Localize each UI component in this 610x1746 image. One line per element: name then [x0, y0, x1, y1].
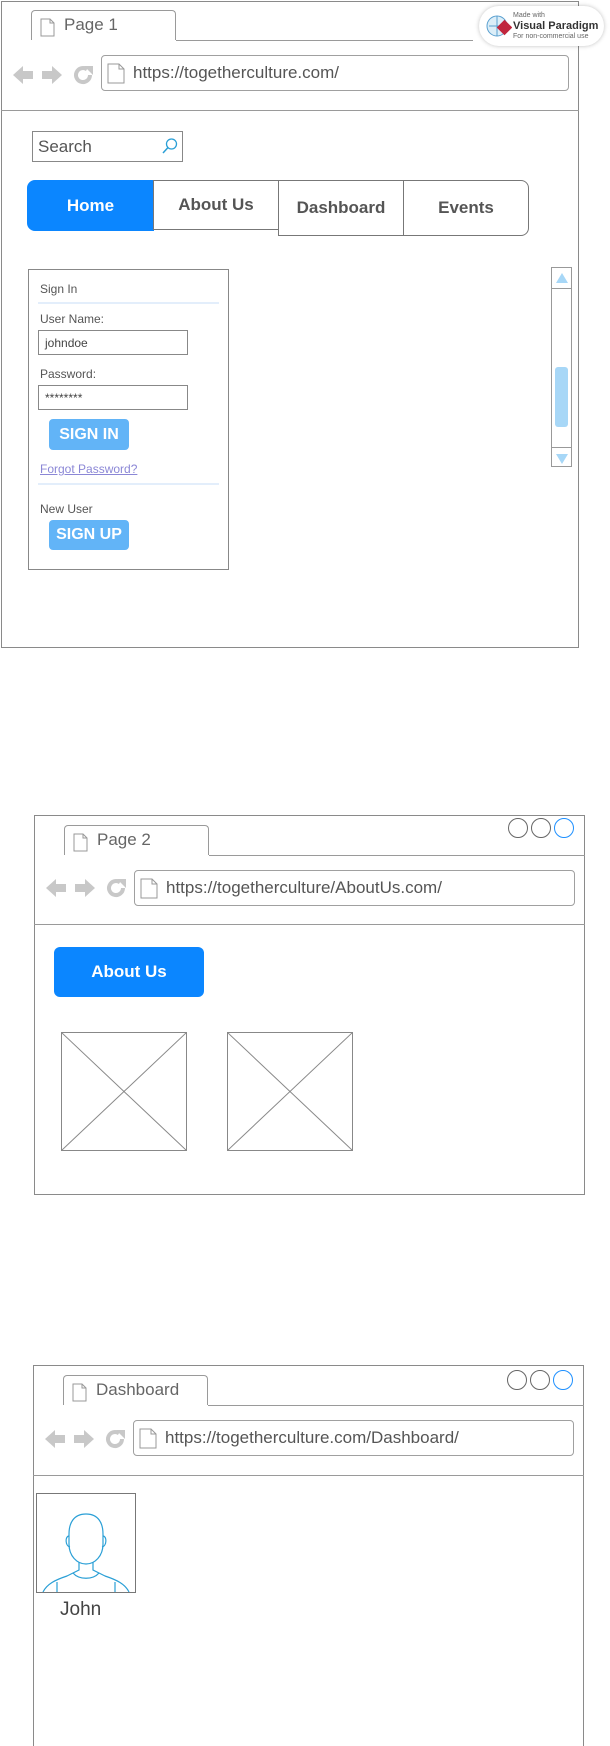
- toolbar-divider: [1, 110, 579, 111]
- tab-strip-line: [176, 40, 473, 41]
- forward-arrow-icon[interactable]: [72, 1427, 96, 1456]
- search-placeholder: Search: [38, 137, 92, 156]
- scroll-down-arrow-icon[interactable]: [555, 452, 569, 470]
- tab-dashboard[interactable]: Dashboard: [63, 1375, 208, 1405]
- tab-label: Page 1: [64, 15, 118, 34]
- watermark-line3: For non-commercial use: [513, 33, 589, 40]
- visual-paradigm-logo-icon: [486, 13, 513, 44]
- image-placeholder: [227, 1032, 353, 1151]
- scroll-track-top: [552, 288, 571, 289]
- minimize-circle-icon[interactable]: [508, 818, 528, 838]
- back-arrow-icon[interactable]: [44, 876, 68, 905]
- minimize-circle-icon[interactable]: [507, 1370, 527, 1390]
- avatar[interactable]: [36, 1493, 136, 1593]
- search-icon[interactable]: [161, 137, 179, 160]
- address-bar[interactable]: https://togetherculture/AboutUs.com/: [134, 870, 575, 906]
- maximize-circle-icon[interactable]: [531, 818, 551, 838]
- nav-dashboard-button[interactable]: Dashboard: [278, 180, 404, 236]
- divider: [38, 483, 219, 485]
- password-label: Password:: [40, 367, 97, 381]
- image-placeholder: [61, 1032, 187, 1151]
- tab-label: Dashboard: [96, 1380, 180, 1399]
- url-text: https://togetherculture.com/Dashboard/: [165, 1428, 459, 1447]
- document-icon: [40, 18, 55, 42]
- tab-page1[interactable]: Page 1: [31, 10, 176, 40]
- window-controls: [508, 818, 577, 843]
- nav-home-button[interactable]: Home: [27, 180, 154, 231]
- tab-label: Page 2: [97, 830, 151, 849]
- url-text: https://togetherculture/AboutUs.com/: [166, 878, 442, 897]
- sign-up-button[interactable]: SIGN UP: [49, 520, 129, 550]
- about-us-button[interactable]: About Us: [54, 947, 204, 997]
- tab-page2[interactable]: Page 2: [64, 825, 209, 855]
- tab-strip-line: [208, 1405, 584, 1406]
- sign-in-panel: Sign In User Name: johndoe Password: ***…: [28, 269, 229, 570]
- document-icon: [140, 878, 158, 904]
- scroll-thumb[interactable]: [555, 367, 568, 427]
- back-arrow-icon[interactable]: [43, 1427, 67, 1456]
- new-user-label: New User: [40, 502, 93, 516]
- vertical-scrollbar[interactable]: [551, 267, 572, 467]
- nav-events-button[interactable]: Events: [403, 180, 529, 236]
- user-profile-icon: [42, 1513, 130, 1593]
- tab-strip-line: [209, 855, 585, 856]
- back-arrow-icon[interactable]: [11, 63, 35, 92]
- visual-paradigm-watermark: Made with Visual Paradigm For non-commer…: [479, 6, 604, 46]
- maximize-circle-icon[interactable]: [530, 1370, 550, 1390]
- refresh-icon[interactable]: [103, 1427, 127, 1456]
- close-circle-icon[interactable]: [554, 818, 574, 838]
- nav-about-us-button[interactable]: About Us: [153, 180, 279, 230]
- document-icon: [72, 1383, 87, 1407]
- address-bar[interactable]: https://togetherculture.com/: [101, 55, 569, 91]
- username-field[interactable]: johndoe: [38, 330, 188, 355]
- watermark-line1: Made with: [513, 12, 545, 19]
- divider: [38, 302, 219, 304]
- scroll-up-arrow-icon[interactable]: [555, 271, 569, 289]
- search-input[interactable]: Search: [32, 131, 183, 162]
- watermark-line2: Visual Paradigm: [513, 20, 599, 32]
- user-name: John: [60, 1599, 102, 1620]
- document-icon: [139, 1428, 157, 1454]
- password-field[interactable]: ********: [38, 385, 188, 410]
- document-icon: [73, 833, 88, 857]
- refresh-icon[interactable]: [71, 63, 95, 92]
- url-text: https://togetherculture.com/: [133, 63, 339, 82]
- sign-in-title: Sign In: [40, 282, 78, 296]
- forgot-password-link[interactable]: Forgot Password?: [40, 462, 137, 476]
- username-label: User Name:: [40, 312, 105, 326]
- close-circle-icon[interactable]: [553, 1370, 573, 1390]
- document-icon: [107, 63, 125, 89]
- scroll-track-bottom: [552, 447, 571, 448]
- refresh-icon[interactable]: [104, 876, 128, 905]
- toolbar-divider: [34, 924, 585, 925]
- address-bar[interactable]: https://togetherculture.com/Dashboard/: [133, 1420, 574, 1456]
- sign-in-button[interactable]: SIGN IN: [49, 419, 129, 450]
- toolbar-divider: [33, 1475, 584, 1476]
- window-controls: [507, 1370, 576, 1395]
- forward-arrow-icon[interactable]: [73, 876, 97, 905]
- forward-arrow-icon[interactable]: [40, 63, 64, 92]
